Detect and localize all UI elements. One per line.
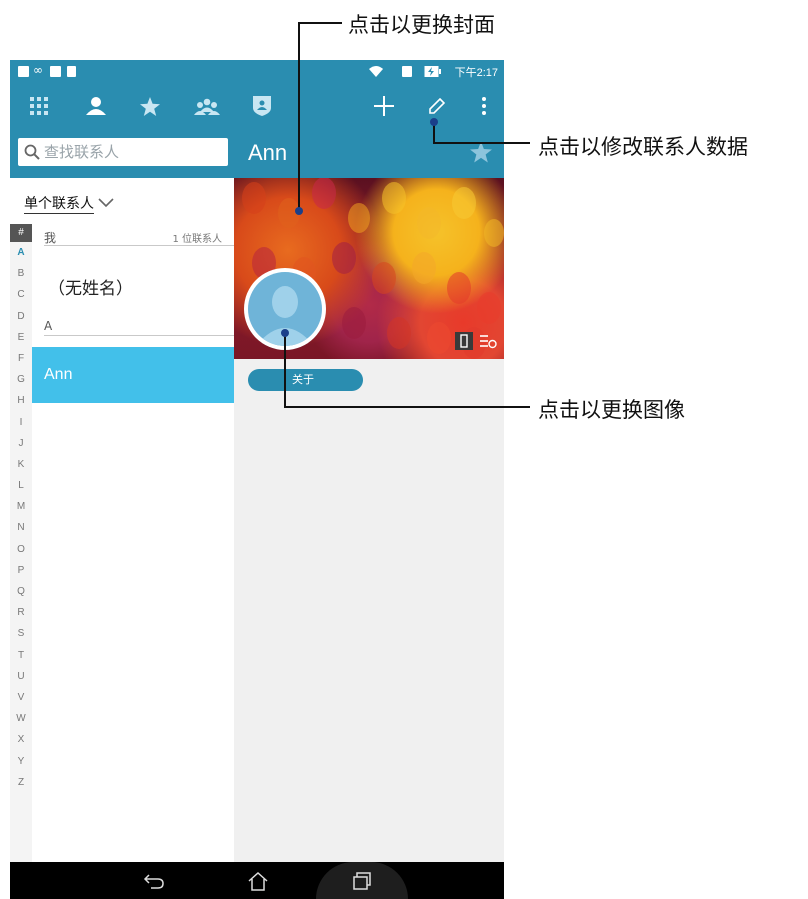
index-letter[interactable]: V — [10, 687, 32, 708]
index-letter[interactable]: F — [10, 348, 32, 369]
callout-pointer — [281, 329, 289, 337]
shield-icon[interactable] — [246, 90, 278, 122]
contact-list-panel: 单个联系人 # A B C D E F G H I J K L M N O P … — [10, 178, 234, 862]
star-icon[interactable] — [134, 90, 166, 122]
index-letter[interactable]: M — [10, 496, 32, 517]
index-letter[interactable]: O — [10, 539, 32, 560]
navigation-bar — [10, 862, 504, 899]
overflow-menu-icon[interactable] — [468, 90, 500, 122]
chevron-down-icon — [98, 198, 114, 208]
image-notification-icon — [50, 66, 61, 77]
favorite-star-icon[interactable] — [470, 141, 492, 163]
list-item-label: Ann — [44, 366, 73, 383]
edit-icon[interactable] — [421, 90, 453, 122]
history-list-icon[interactable] — [479, 332, 497, 350]
index-letter[interactable]: X — [10, 729, 32, 750]
cover-controls — [455, 332, 497, 350]
index-letter[interactable]: I — [10, 412, 32, 433]
index-letter[interactable]: L — [10, 475, 32, 496]
group-icon[interactable] — [191, 90, 223, 122]
voicemail-icon: ∞ — [33, 63, 43, 77]
back-icon[interactable] — [143, 871, 165, 891]
search-input[interactable] — [44, 143, 219, 161]
index-letter[interactable]: P — [10, 560, 32, 581]
callout-line — [433, 124, 435, 144]
index-letter[interactable]: # — [10, 224, 32, 242]
section-header-label: A — [44, 319, 53, 333]
status-bar: ∞ 下午2:17 — [10, 60, 504, 84]
section-header-me: 我 1 位联系人 — [44, 226, 234, 246]
file-notification-icon — [67, 66, 76, 77]
index-letter[interactable]: E — [10, 327, 32, 348]
contact-filter-dropdown[interactable]: 单个联系人 — [24, 192, 114, 214]
person-icon[interactable] — [80, 90, 112, 122]
tab-about[interactable]: 关于 — [248, 369, 363, 391]
list-item-selected[interactable]: Ann — [32, 347, 234, 403]
filter-label: 单个联系人 — [24, 193, 94, 214]
status-time: 下午2:17 — [454, 67, 498, 79]
title-row: Ann — [10, 128, 504, 178]
grid-icon[interactable] — [23, 90, 55, 122]
callout-pointer — [295, 207, 303, 215]
index-letter[interactable]: C — [10, 284, 32, 305]
contact-count: 1 位联系人 — [172, 234, 222, 245]
search-icon — [24, 144, 40, 160]
callout-line — [284, 406, 530, 408]
index-letter[interactable]: H — [10, 390, 32, 411]
search-box — [18, 138, 228, 166]
callout-line — [298, 22, 300, 212]
index-letter[interactable]: T — [10, 645, 32, 666]
index-letter[interactable]: B — [10, 263, 32, 284]
callout-line — [284, 334, 286, 408]
alphabet-index-bar[interactable]: # A B C D E F G H I J K L M N O P Q R S … — [10, 224, 32, 862]
phone-icon[interactable] — [455, 332, 473, 350]
home-icon[interactable] — [247, 871, 269, 891]
index-letter[interactable]: G — [10, 369, 32, 390]
index-letter[interactable]: W — [10, 708, 32, 729]
section-header-label: 我 — [44, 231, 57, 245]
index-letter[interactable]: K — [10, 454, 32, 475]
index-letter[interactable]: A — [10, 242, 32, 263]
notification-icon — [18, 66, 29, 77]
index-letter[interactable]: R — [10, 602, 32, 623]
callout-line — [298, 22, 342, 24]
index-letter[interactable]: J — [10, 433, 32, 454]
tablet-screen: ∞ 下午2:17 查找联系人 Ann 单个联系人 # A B C D E F G… — [10, 60, 504, 899]
callout-pointer — [430, 118, 438, 126]
index-letter[interactable]: U — [10, 666, 32, 687]
wifi-icon — [369, 66, 383, 77]
callout-line — [433, 142, 530, 144]
callout-change-photo: 点击以更换图像 — [538, 398, 685, 422]
list-item[interactable]: （无姓名） — [48, 274, 133, 299]
index-letter[interactable]: Q — [10, 581, 32, 602]
battery-charging-icon — [424, 66, 441, 77]
callout-change-cover: 点击以更换封面 — [348, 13, 495, 37]
index-letter[interactable]: Y — [10, 751, 32, 772]
callout-edit-contact: 点击以修改联系人数据 — [538, 135, 748, 159]
add-icon[interactable] — [368, 90, 400, 122]
index-letter[interactable]: S — [10, 623, 32, 644]
contact-title: Ann — [248, 140, 288, 165]
index-letter[interactable]: N — [10, 517, 32, 538]
index-letter[interactable]: Z — [10, 772, 32, 793]
sim-icon — [402, 66, 412, 77]
section-header-a: A — [44, 316, 234, 336]
recent-apps-icon[interactable] — [351, 871, 373, 891]
index-letter[interactable]: D — [10, 306, 32, 327]
